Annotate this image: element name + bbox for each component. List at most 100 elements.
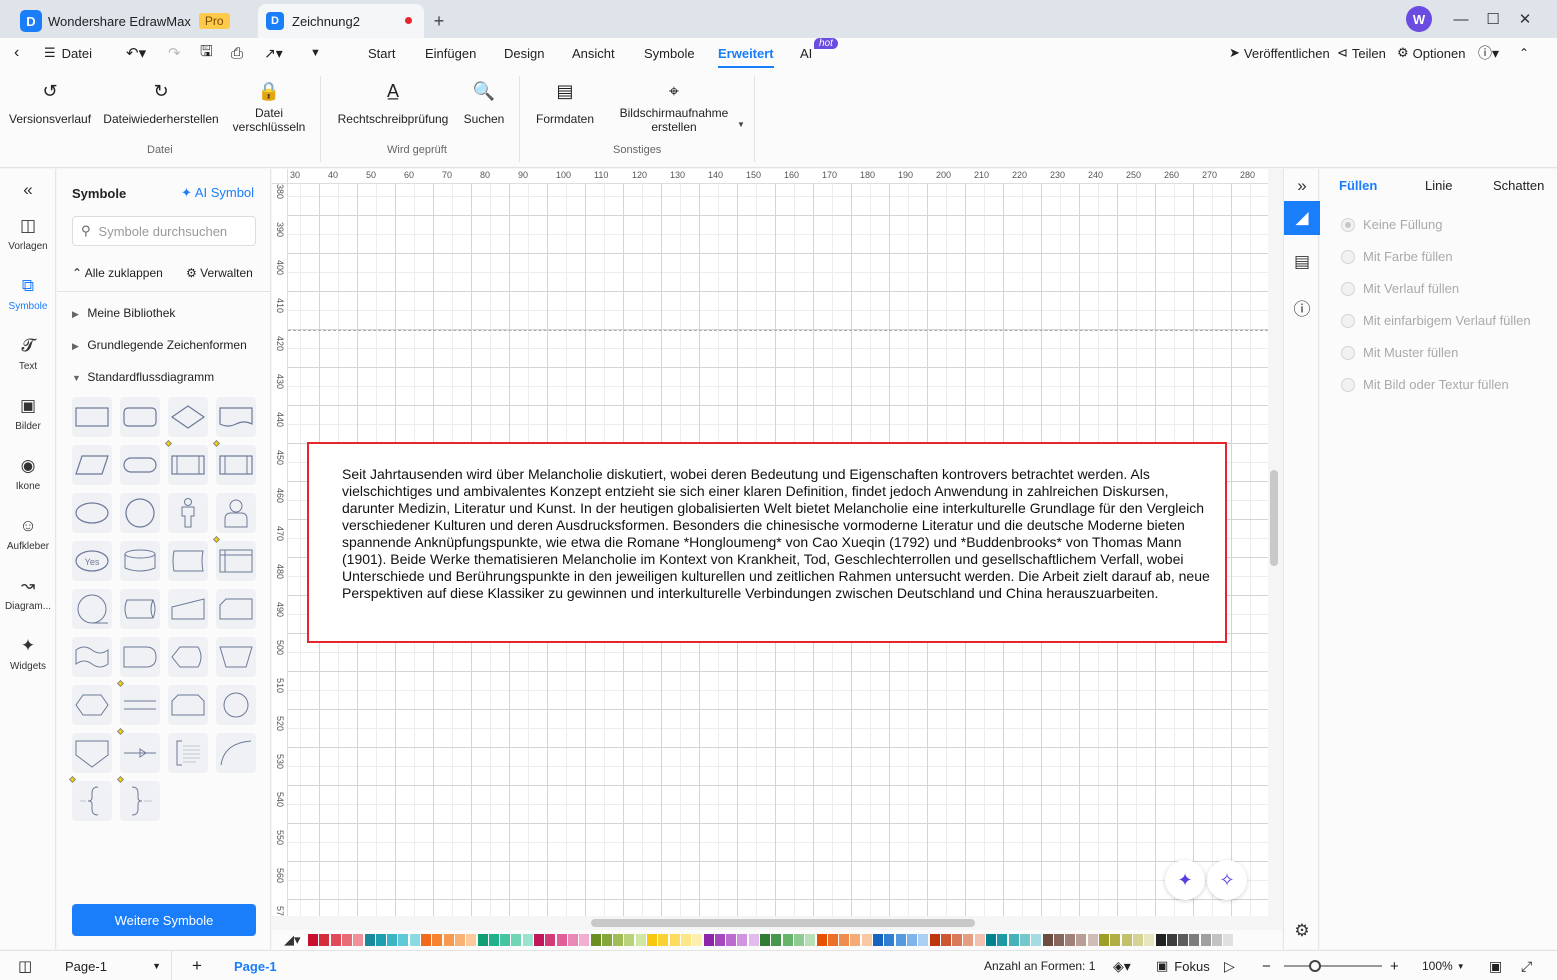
color-swatch[interactable]: [703, 934, 714, 946]
color-swatch[interactable]: [488, 934, 499, 946]
rail-item-charts[interactable]: ↝ Diagram...: [0, 575, 56, 612]
color-swatch[interactable]: [398, 934, 409, 946]
color-swatch[interactable]: [1042, 934, 1053, 946]
screenshot-dropdown-icon[interactable]: ▼: [737, 120, 745, 129]
color-swatch[interactable]: [647, 934, 657, 946]
radio-button[interactable]: [1341, 249, 1355, 264]
app-tab[interactable]: D Wondershare EdrawMax Pro: [8, 4, 246, 38]
color-swatch[interactable]: [375, 934, 386, 946]
color-swatch[interactable]: [782, 934, 793, 946]
file-restore-button[interactable]: ↻ Dateiwiederherstellen: [103, 80, 218, 127]
rail-item-text[interactable]: 𝓣 Text: [0, 335, 56, 372]
tab-ai[interactable]: AI: [800, 38, 812, 68]
radio-button[interactable]: [1341, 345, 1355, 360]
color-swatch[interactable]: [680, 934, 691, 946]
shape-internal-storage[interactable]: [212, 535, 256, 581]
page-select[interactable]: Page-1 ▼: [56, 951, 172, 980]
more-icon[interactable]: ▼: [310, 38, 321, 68]
color-swatch[interactable]: [1019, 934, 1030, 946]
color-swatch[interactable]: [409, 934, 420, 946]
new-tab-button[interactable]: +: [428, 4, 450, 38]
shape-parallel-mode[interactable]: [116, 679, 160, 725]
shape-delay[interactable]: [120, 637, 160, 677]
expand-panel-icon[interactable]: »: [1284, 169, 1320, 203]
collapse-all-button[interactable]: ⌃ Alle zuklappen: [72, 266, 163, 280]
shape-manual-operation[interactable]: [216, 637, 256, 677]
ai-assistant-button[interactable]: ✧: [1207, 860, 1247, 900]
radio-button[interactable]: [1341, 281, 1355, 296]
color-swatch[interactable]: [1087, 934, 1098, 946]
shape-actor[interactable]: [168, 493, 208, 533]
shape-preparation[interactable]: [72, 685, 112, 725]
color-swatch[interactable]: [1189, 934, 1200, 946]
rail-item-widgets[interactable]: ✦ Widgets: [0, 635, 56, 672]
fit-page-icon[interactable]: ▣: [1489, 951, 1502, 980]
shape-process[interactable]: [72, 397, 112, 437]
shape-line-arrow[interactable]: [116, 727, 160, 773]
color-swatch[interactable]: [805, 934, 816, 946]
color-swatch[interactable]: [1121, 934, 1132, 946]
publish-button[interactable]: ➤ Veröffentlichen: [1229, 38, 1330, 68]
vertical-scrollbar[interactable]: [1270, 470, 1278, 566]
focus-button[interactable]: ▣ Fokus: [1156, 951, 1210, 980]
color-swatch[interactable]: [714, 934, 725, 946]
horizontal-scrollbar[interactable]: [591, 919, 975, 927]
page-properties-icon[interactable]: ▤: [1284, 245, 1320, 279]
color-swatch[interactable]: [906, 934, 917, 946]
shape-arc[interactable]: [216, 733, 256, 773]
close-icon[interactable]: ✕: [1511, 6, 1539, 32]
add-page-button[interactable]: +: [192, 951, 202, 980]
color-swatch[interactable]: [432, 934, 443, 946]
shape-direct-data[interactable]: [120, 589, 160, 629]
tab-fill[interactable]: Füllen: [1339, 178, 1377, 193]
color-swatch[interactable]: [579, 934, 590, 946]
radio-button[interactable]: [1341, 377, 1355, 392]
search-button[interactable]: 🔍 Suchen: [462, 80, 506, 127]
zoom-slider-thumb[interactable]: [1308, 960, 1321, 972]
shape-sequential-data[interactable]: [72, 589, 112, 629]
color-swatch[interactable]: [692, 934, 703, 946]
color-swatch[interactable]: [466, 934, 477, 946]
color-swatch[interactable]: [545, 934, 556, 946]
color-swatch[interactable]: [850, 934, 861, 946]
shape-circle[interactable]: [120, 493, 160, 533]
color-swatch[interactable]: [952, 934, 963, 946]
redo-icon[interactable]: ↷: [168, 38, 181, 68]
spellcheck-button[interactable]: A̲ Rechtschreibprüfung: [336, 80, 450, 127]
shape-tape[interactable]: [72, 637, 112, 677]
rail-item-symbols[interactable]: ⧉ Symbole: [0, 275, 56, 312]
category-my-library[interactable]: ▶ Meine Bibliothek: [72, 306, 175, 320]
color-swatch[interactable]: [1223, 934, 1234, 946]
shape-user[interactable]: [216, 493, 256, 533]
play-icon[interactable]: ▷: [1224, 951, 1235, 980]
tab-erweitert[interactable]: Erweitert: [718, 38, 774, 68]
color-swatch[interactable]: [522, 934, 533, 946]
color-swatch[interactable]: [1212, 934, 1222, 946]
color-swatch[interactable]: [330, 934, 341, 946]
color-swatch[interactable]: [624, 934, 635, 946]
collapse-ribbon-icon[interactable]: ⌃: [1519, 38, 1529, 68]
color-swatch[interactable]: [873, 934, 883, 946]
color-swatch[interactable]: [387, 934, 398, 946]
color-swatch[interactable]: [737, 934, 748, 946]
fill-option-color[interactable]: Mit Farbe füllen: [1341, 249, 1453, 264]
color-swatch[interactable]: [534, 934, 544, 946]
fullscreen-icon[interactable]: ⤢: [1521, 951, 1532, 980]
fill-option-single-gradient[interactable]: Mit einfarbigem Verlauf füllen: [1341, 313, 1531, 328]
rail-item-images[interactable]: ▣ Bilder: [0, 395, 56, 432]
color-swatch[interactable]: [1076, 934, 1087, 946]
fill-option-gradient[interactable]: Mit Verlauf füllen: [1341, 281, 1459, 296]
symbol-search-input[interactable]: ⚲ Symbole durchsuchen: [72, 216, 256, 246]
avatar[interactable]: W: [1406, 6, 1432, 32]
rail-item-templates[interactable]: ◫ Vorlagen: [0, 215, 56, 252]
page-layout-icon[interactable]: ◫: [18, 951, 32, 980]
color-swatch[interactable]: [793, 934, 804, 946]
color-swatch[interactable]: [556, 934, 567, 946]
color-swatch[interactable]: [895, 934, 906, 946]
color-swatch[interactable]: [364, 934, 375, 946]
shape-manual-input[interactable]: [168, 589, 208, 629]
shape-loop-limit[interactable]: [168, 685, 208, 725]
tab-shadow[interactable]: Schatten: [1493, 178, 1544, 193]
shape-card-2[interactable]: [216, 589, 256, 629]
fill-bucket-icon[interactable]: ◢▾: [284, 932, 301, 948]
